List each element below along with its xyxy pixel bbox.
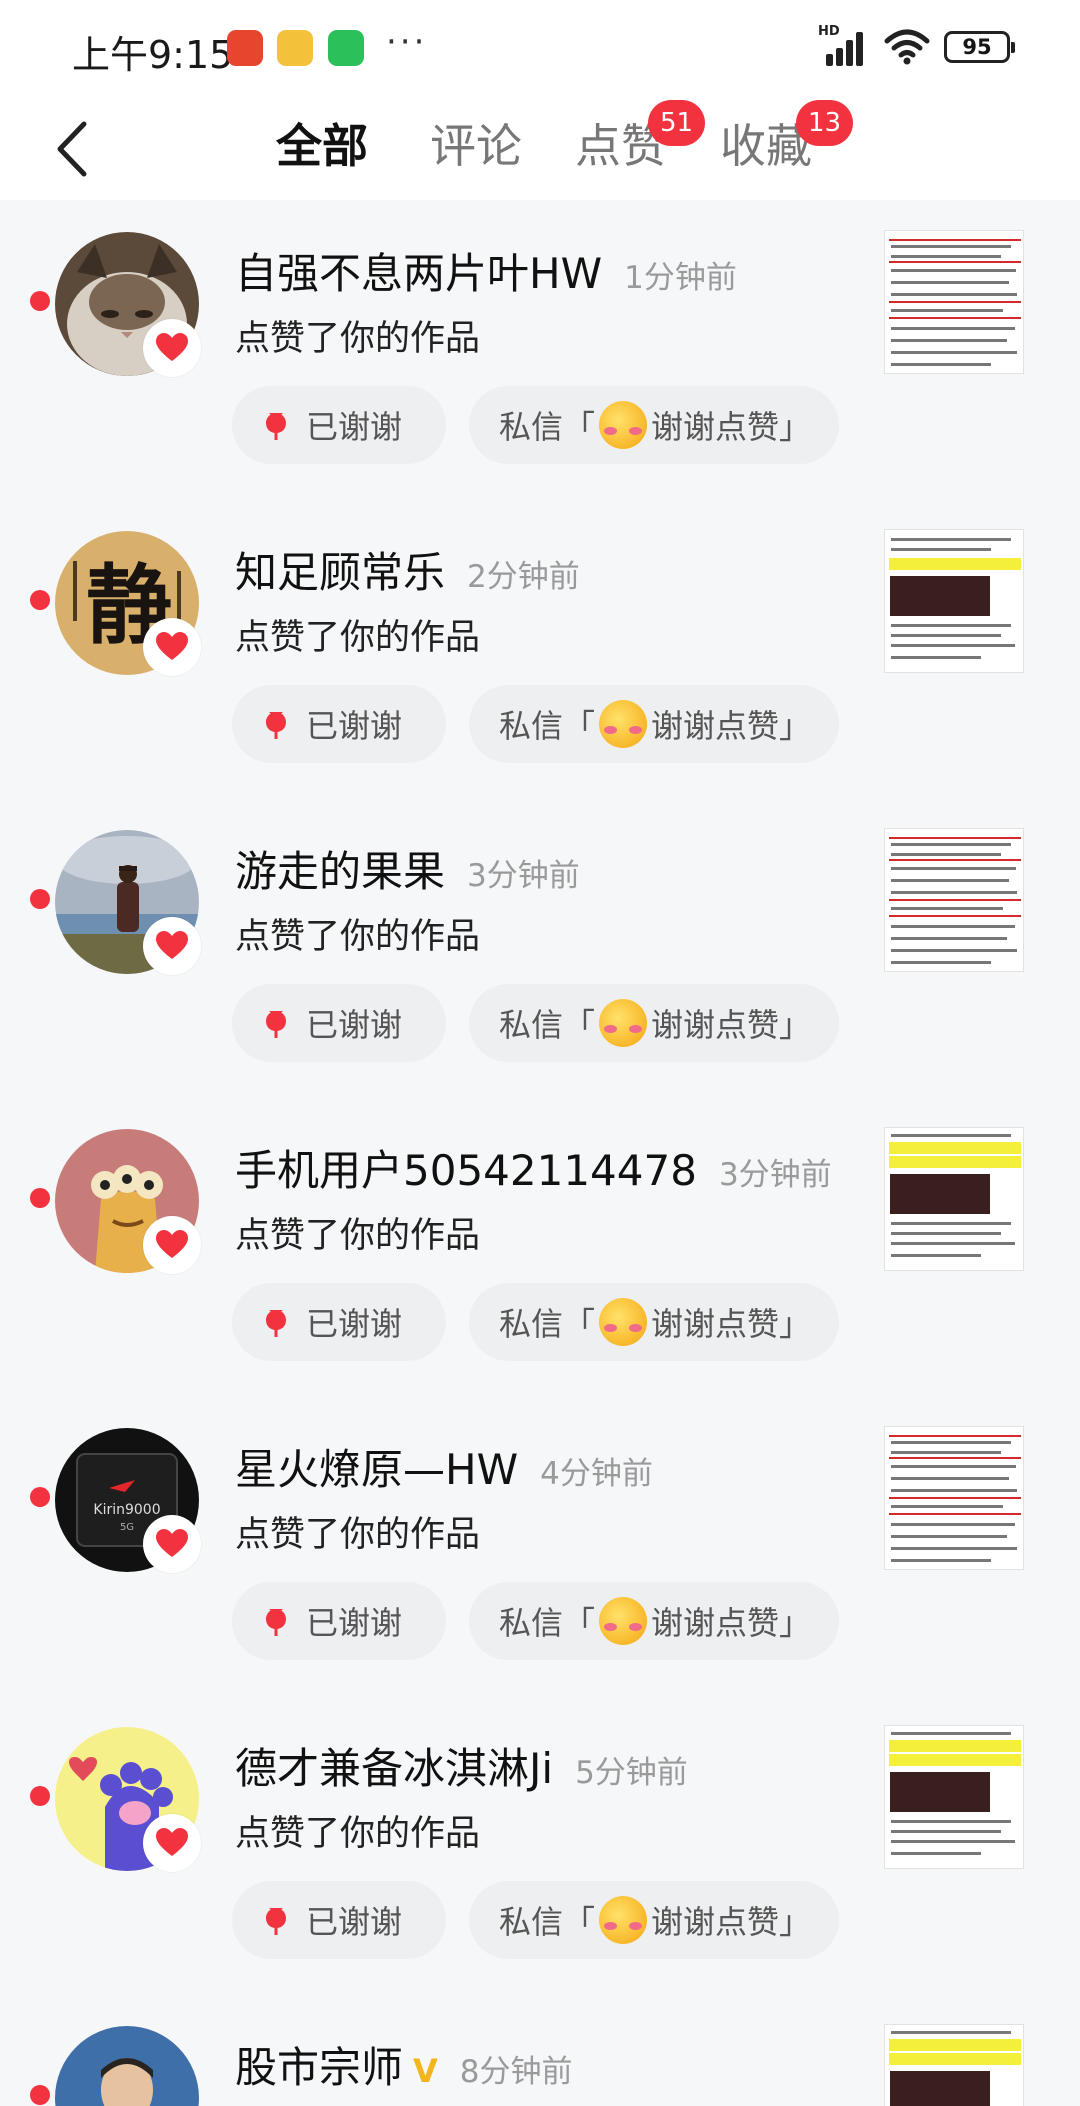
like-badge [143,1814,201,1872]
thanked-button[interactable]: 已谢谢 [232,1582,446,1660]
heart-icon [156,931,188,959]
unread-dot [30,2085,50,2105]
user-name[interactable]: 知足顾常乐 2分钟前 [235,539,580,600]
smile-emoji-icon [599,700,648,748]
thanked-button[interactable]: 已谢谢 [232,386,446,464]
heart-icon [156,1230,188,1258]
user-name[interactable]: 星火燎原—HW 4分钟前 [235,1436,653,1497]
shopping-app-icon [227,30,263,66]
more-notifications-icon: ··· [386,22,428,62]
user-name[interactable]: 股市宗师 V 8分钟前 [235,2034,573,2095]
battery-icon: 95 [944,31,1015,63]
post-thumbnail[interactable] [884,1127,1024,1271]
post-thumbnail[interactable] [884,828,1024,972]
action-text: 点赞了你的作品 [235,319,481,359]
user-name[interactable]: 德才兼备冰淇淋Ji 5分钟前 [235,1735,688,1796]
signal-icon: HD [818,24,870,66]
verified-icon: V [413,2052,438,2090]
like-badge [143,1216,201,1274]
time-ago: 8分钟前 [459,2054,573,2090]
post-thumbnail[interactable] [884,2024,1024,2106]
heart-icon [156,1828,188,1856]
heart-icon [156,1529,188,1557]
dm-thanks-button[interactable]: 私信「 谢谢点赞」 [469,984,839,1062]
user-name[interactable]: 游走的果果 3分钟前 [235,838,580,899]
tab-comments[interactable]: 评论 [430,110,522,176]
post-thumbnail[interactable] [884,1725,1024,1869]
flower-icon [266,1609,286,1636]
tab-all[interactable]: 全部 [276,110,368,176]
portrait-avatar-icon [55,2026,199,2106]
like-badge [143,1515,201,1573]
status-time: 上午9:15 [72,33,234,77]
flower-icon [266,1908,286,1935]
time-ago: 5分钟前 [575,1755,688,1791]
unread-dot [30,1487,50,1507]
unread-dot [30,1786,50,1806]
like-badge [143,917,201,975]
dm-thanks-button[interactable]: 私信「 谢谢点赞」 [469,1283,839,1361]
list-item[interactable]: 德才兼备冰淇淋Ji 5分钟前 点赞了你的作品 已谢谢 私信「 谢谢点赞」 [0,1695,1080,1994]
smile-emoji-icon [599,401,648,449]
smile-emoji-icon [599,999,648,1047]
smile-emoji-icon [599,1597,648,1645]
user-name[interactable]: 手机用户50542114478 3分钟前 [235,1137,832,1198]
time-ago: 3分钟前 [718,1157,832,1193]
dm-thanks-button[interactable]: 私信「 谢谢点赞」 [469,386,839,464]
weibo-app-icon [277,30,313,66]
chip-subtext: 5G [120,1522,134,1533]
notification-tabs-bar: 全部 评论 点赞 51 收藏 13 [0,96,1080,200]
avatar[interactable] [55,2026,199,2106]
like-badge [143,618,201,676]
thanked-button[interactable]: 已谢谢 [232,984,446,1062]
action-text: 点赞了你的作品 [235,1814,481,1854]
unread-dot [30,590,50,610]
list-item[interactable]: 自强不息两片叶HW 1分钟前 点赞了你的作品 已谢谢 私信「 谢谢点赞」 [0,200,1080,499]
post-thumbnail[interactable] [884,1426,1024,1570]
time-ago: 1分钟前 [624,260,737,296]
wifi-icon [884,29,930,65]
dm-thanks-button[interactable]: 私信「 谢谢点赞」 [469,1881,839,1959]
thanked-button[interactable]: 已谢谢 [232,1881,446,1959]
smile-emoji-icon [599,1298,648,1346]
status-bar: 上午9:15 ··· HD 95 [0,0,1080,96]
flower-icon [266,712,286,739]
post-thumbnail[interactable] [884,230,1024,374]
time-ago: 3分钟前 [467,858,580,894]
time-ago: 2分钟前 [467,559,580,595]
unread-dot [30,889,50,909]
list-item[interactable]: 游走的果果 3分钟前 点赞了你的作品 已谢谢 私信「 谢谢点赞」 [0,798,1080,1097]
flower-icon [266,1011,286,1038]
user-name[interactable]: 自强不息两片叶HW 1分钟前 [235,240,737,301]
smile-emoji-icon [599,1896,648,1944]
action-text: 点赞了你的作品 [235,618,481,658]
heart-icon [156,333,188,361]
heart-icon [156,632,188,660]
like-badge [143,319,201,377]
chip-text: Kirin9000 [93,1502,160,1518]
list-item[interactable]: 手机用户50542114478 3分钟前 点赞了你的作品 已谢谢 私信「 谢谢点赞」 [0,1097,1080,1396]
thanked-button[interactable]: 已谢谢 [232,685,446,763]
action-text: 点赞了你的作品 [235,917,481,957]
wechat-app-icon [328,30,364,66]
flower-icon [266,413,286,440]
list-item[interactable]: 静 知足顾常乐 2分钟前 点赞了你的作品 已谢谢 私信「 谢谢点赞」 [0,499,1080,798]
flower-icon [266,1310,286,1337]
post-thumbnail[interactable] [884,529,1024,673]
likes-count-badge: 51 [648,100,706,146]
action-text: 点赞了你的作品 [235,1515,481,1555]
thanked-button[interactable]: 已谢谢 [232,1283,446,1361]
unread-dot [30,1188,50,1208]
action-text: 点赞了你的作品 [235,1216,481,1256]
list-item[interactable]: 股市宗师 V 8分钟前 [0,1994,1080,2106]
dm-thanks-button[interactable]: 私信「 谢谢点赞」 [469,685,839,763]
favorites-count-badge: 13 [796,100,854,146]
list-item[interactable]: Kirin9000 5G 星火燎原—HW 4分钟前 点赞了你的作品 已谢谢 私信「… [0,1396,1080,1695]
chevron-left-icon [57,121,87,177]
dm-thanks-button[interactable]: 私信「 谢谢点赞」 [469,1582,839,1660]
time-ago: 4分钟前 [540,1456,653,1492]
back-button[interactable] [46,118,106,178]
unread-dot [30,291,50,311]
